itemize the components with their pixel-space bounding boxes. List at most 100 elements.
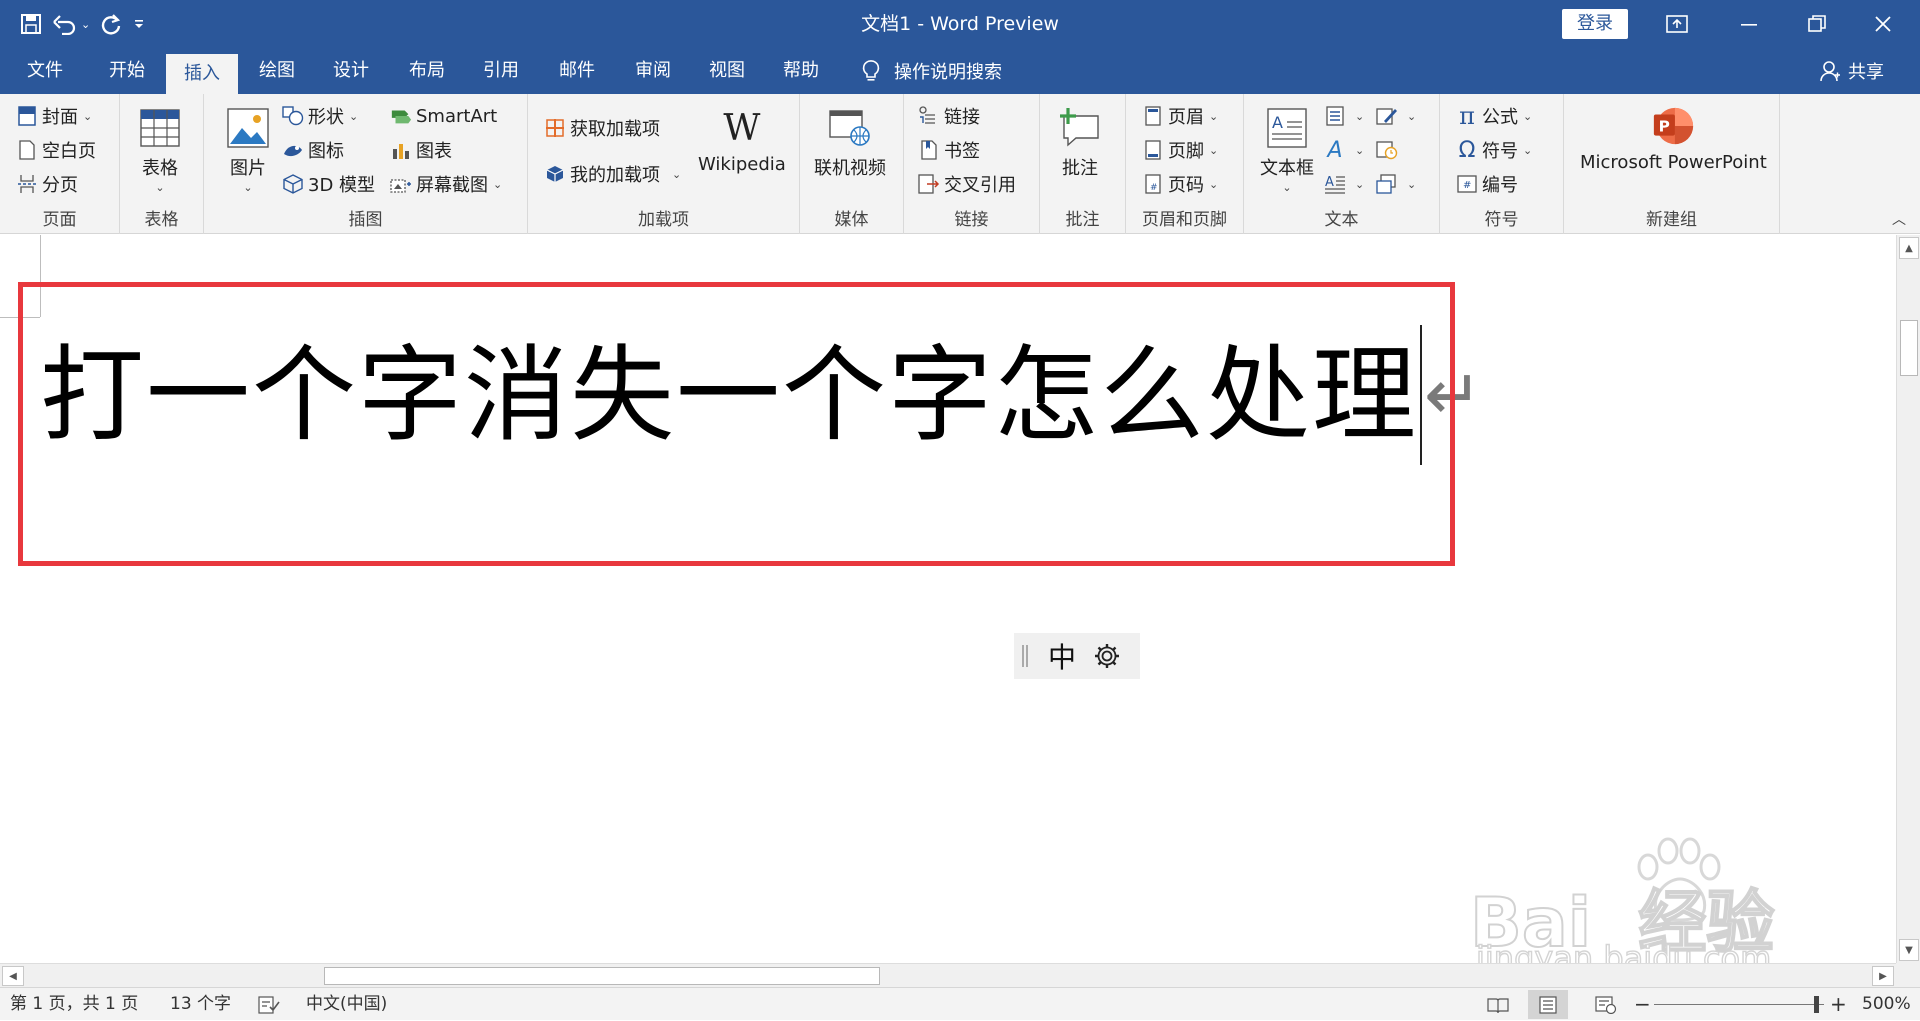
footer-icon — [1142, 139, 1164, 161]
equation-button[interactable]: π 公式 ⌄ — [1456, 102, 1532, 130]
drop-cap-button[interactable]: A ⌄ — [1324, 170, 1364, 198]
horizontal-scrollbar[interactable]: ◀ ▶ — [0, 963, 1896, 987]
my-addins-button[interactable]: 我的加载项 ⌄ — [544, 160, 681, 188]
group-label-illustrations: 插图 — [348, 210, 383, 230]
comment-icon — [1058, 106, 1102, 150]
3d-models-button[interactable]: 3D 模型 — [282, 170, 375, 198]
powerpoint-button[interactable]: P Microsoft PowerPoint — [1580, 104, 1767, 173]
cover-page-button[interactable]: 封面 ⌄ — [16, 102, 92, 130]
horizontal-scroll-thumb[interactable] — [324, 967, 880, 985]
pictures-button[interactable]: 图片 ⌄ — [226, 106, 270, 194]
tab-help[interactable]: 帮助 — [770, 48, 832, 94]
ribbon-display-options-icon[interactable] — [1646, 0, 1708, 48]
date-time-button[interactable] — [1376, 136, 1402, 164]
zoom-level[interactable]: 500% — [1862, 988, 1911, 1021]
smartart-button[interactable]: SmartArt — [390, 102, 497, 130]
scroll-left-icon[interactable]: ◀ — [2, 966, 24, 986]
scroll-down-icon[interactable]: ▼ — [1899, 939, 1919, 961]
object-button[interactable]: ⌄ — [1376, 170, 1416, 198]
page-number-button[interactable]: # 页码 ⌄ — [1142, 170, 1218, 198]
tab-view[interactable]: 视图 — [696, 48, 758, 94]
cross-reference-icon — [918, 173, 940, 195]
online-video-button[interactable]: 联机视频 — [814, 106, 886, 180]
login-button[interactable]: 登录 — [1562, 9, 1628, 39]
tab-mailings[interactable]: 邮件 — [546, 48, 608, 94]
quick-parts-button[interactable]: ⌄ — [1324, 102, 1364, 130]
symbol-button[interactable]: Ω 符号 ⌄ — [1456, 136, 1533, 164]
bookmark-button[interactable]: 书签 — [918, 136, 980, 164]
footer-button[interactable]: 页脚 ⌄ — [1142, 136, 1218, 164]
wikipedia-button[interactable]: W Wikipedia — [698, 106, 786, 176]
omega-icon: Ω — [1458, 137, 1476, 163]
redo-icon[interactable] — [100, 8, 122, 40]
tell-me-search[interactable]: 操作说明搜索 — [862, 48, 1002, 94]
svg-text:A: A — [1325, 175, 1334, 190]
word-count[interactable]: 13 个字 — [170, 988, 231, 1021]
zoom-in-icon[interactable]: + — [1830, 988, 1847, 1021]
tab-file[interactable]: 文件 — [14, 48, 76, 94]
get-addins-button[interactable]: 获取加载项 — [544, 114, 660, 142]
text-box-button[interactable]: A 文本框 ⌄ — [1260, 106, 1314, 194]
page-count[interactable]: 第 1 页，共 1 页 — [10, 988, 138, 1021]
restore-icon[interactable] — [1786, 0, 1848, 48]
read-mode-icon[interactable] — [1478, 990, 1518, 1019]
customize-qat-icon[interactable] — [132, 8, 146, 40]
header-button[interactable]: 页眉 ⌄ — [1142, 102, 1218, 130]
table-button[interactable]: 表格 ⌄ — [138, 106, 182, 194]
ime-drag-handle[interactable] — [1022, 645, 1028, 667]
document-paragraph[interactable]: 打一个字消失一个字怎么处理 ↵ — [40, 325, 1483, 465]
online-video-icon — [828, 106, 872, 150]
header-icon — [1142, 105, 1164, 127]
web-layout-icon[interactable] — [1586, 990, 1626, 1019]
table-icon — [138, 106, 182, 150]
shapes-button[interactable]: 形状 ⌄ — [282, 102, 358, 130]
tab-insert[interactable]: 插入 — [166, 54, 238, 94]
minimize-icon[interactable] — [1718, 0, 1780, 48]
proofing-icon[interactable] — [258, 988, 280, 1021]
ime-mode-toggle[interactable]: 中 — [1048, 636, 1076, 676]
group-label-text: 文本 — [1324, 210, 1359, 230]
vertical-scroll-thumb[interactable] — [1900, 320, 1918, 376]
crop-mark — [0, 317, 40, 318]
tab-references[interactable]: 引用 — [470, 48, 532, 94]
scroll-up-icon[interactable]: ▲ — [1899, 237, 1919, 259]
tab-review[interactable]: 审阅 — [622, 48, 684, 94]
share-label: 共享 — [1848, 62, 1884, 83]
zoom-slider-thumb[interactable] — [1813, 996, 1819, 1013]
screenshot-button[interactable]: 屏幕截图 ⌄ — [390, 170, 502, 198]
cross-reference-button[interactable]: 交叉引用 — [918, 170, 1016, 198]
number-button[interactable]: # 编号 — [1456, 170, 1518, 198]
tab-design[interactable]: 设计 — [320, 48, 382, 94]
zoom-out-icon[interactable]: − — [1634, 988, 1651, 1021]
smartart-icon — [390, 105, 412, 127]
undo-icon[interactable]: ⌄ — [52, 8, 90, 40]
document-canvas[interactable]: 打一个字消失一个字怎么处理 ↵ 中 Bai 经验 jingyan.baidu.c… — [0, 235, 1896, 963]
language-indicator[interactable]: 中文(中国) — [306, 988, 387, 1021]
tab-layout[interactable]: 布局 — [396, 48, 458, 94]
share-button[interactable]: 共享 — [1820, 48, 1884, 94]
ribbon-insert: 封面 ⌄ 空白页 分页 页面 表格 ⌄ 表格 图片 ⌄ 形状 ⌄ 图标 3D 模… — [0, 94, 1920, 234]
gear-icon[interactable] — [1092, 641, 1122, 671]
collapse-ribbon-icon[interactable]: ︿ — [1892, 209, 1906, 229]
document-text[interactable]: 打一个字消失一个字怎么处理 — [40, 335, 1418, 455]
close-icon[interactable] — [1852, 0, 1914, 48]
cover-page-icon — [16, 105, 38, 127]
new-comment-button[interactable]: 批注 — [1058, 106, 1102, 180]
wordart-button[interactable]: A ⌄ — [1324, 136, 1364, 164]
group-label-pages: 页面 — [42, 210, 77, 230]
tab-draw[interactable]: 绘图 — [246, 48, 308, 94]
link-button[interactable]: 链接 — [918, 102, 980, 130]
page-break-button[interactable]: 分页 — [16, 170, 78, 198]
zoom-slider[interactable] — [1654, 1004, 1824, 1005]
save-icon[interactable] — [20, 8, 42, 40]
blank-page-button[interactable]: 空白页 — [16, 136, 96, 164]
icons-button[interactable]: 图标 — [282, 136, 344, 164]
drop-cap-icon: A — [1324, 173, 1346, 195]
signature-line-button[interactable]: ⌄ — [1376, 102, 1416, 130]
vertical-scrollbar[interactable]: ▲ ▼ — [1896, 235, 1920, 963]
group-text: A 文本框 ⌄ ⌄ A ⌄ A ⌄ ⌄ ⌄ 文本 — [1244, 94, 1440, 234]
tab-home[interactable]: 开始 — [96, 48, 158, 94]
scroll-right-icon[interactable]: ▶ — [1872, 966, 1894, 986]
chart-button[interactable]: 图表 — [390, 136, 452, 164]
print-layout-icon[interactable] — [1528, 990, 1568, 1019]
